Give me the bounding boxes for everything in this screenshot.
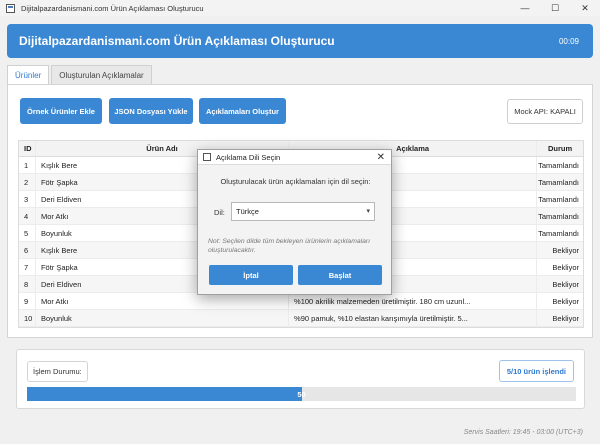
- dialog-titlebar: Açıklama Dili Seçin ✕: [198, 150, 391, 165]
- row-id: 1: [24, 160, 29, 170]
- row-status: Tamamlandı: [536, 157, 583, 173]
- tab-generated-descriptions[interactable]: Oluşturulan Açıklamalar: [51, 65, 152, 84]
- row-status: Tamamlandı: [536, 174, 583, 190]
- mock-api-toggle[interactable]: Mock API: KAPALI: [507, 99, 583, 124]
- row-status: Bekliyor: [536, 293, 583, 309]
- status-label: İşlem Durumu:: [27, 361, 88, 382]
- column-header-status[interactable]: Durum: [536, 141, 583, 156]
- dialog-prompt: Oluşturulacak ürün açıklamaları için dil…: [220, 177, 371, 186]
- dialog-title: Açıklama Dili Seçin: [216, 152, 281, 162]
- cancel-button[interactable]: İptal: [209, 265, 293, 285]
- row-id: 8: [24, 279, 29, 289]
- dialog-app-icon: [203, 153, 211, 161]
- service-hours: Servis Saatleri: 19:45 - 03:00 (UTC+3): [463, 429, 583, 436]
- page-title: Dijitalpazardanismani.com Ürün Açıklamas…: [19, 34, 335, 48]
- row-product-name: Boyunluk: [34, 310, 288, 326]
- language-select[interactable]: Türkçe ▾: [231, 202, 375, 221]
- progress-bar: 50: [27, 387, 576, 401]
- generate-descriptions-button[interactable]: Açıklamaları Oluştur: [199, 98, 286, 124]
- row-description: %90 pamuk, %10 elastan karışımıyla üreti…: [288, 310, 536, 326]
- row-status: Bekliyor: [536, 276, 583, 292]
- start-button[interactable]: Başlat: [298, 265, 382, 285]
- minimize-icon[interactable]: —: [510, 0, 540, 16]
- add-sample-products-button[interactable]: Örnek Ürünler Ekle: [20, 98, 102, 124]
- table-row[interactable]: 9 Mor Atkı %100 akrilik malzemeden üretilm…: [19, 293, 583, 310]
- row-id: 6: [24, 245, 29, 255]
- row-status: Bekliyor: [536, 259, 583, 275]
- processed-count-badge: 5/10 ürün işlendi: [498, 360, 574, 382]
- progress-text: 50: [297, 389, 306, 399]
- row-id: 3: [24, 194, 29, 204]
- app-header: Dijitalpazardanismani.com Ürün Açıklamas…: [7, 24, 593, 58]
- table-row[interactable]: 10 Boyunluk %90 pamuk, %10 elastan karışım…: [19, 310, 583, 327]
- clock: 00:09: [558, 36, 579, 46]
- row-status: Bekliyor: [536, 310, 583, 326]
- row-status: Bekliyor: [536, 242, 583, 258]
- language-label: Dil:: [214, 208, 225, 217]
- row-id: 10: [24, 313, 33, 323]
- dialog-note: Not: Seçilen dilde tüm bekleyen ürünleri…: [208, 238, 371, 254]
- chevron-down-icon: ▾: [366, 208, 370, 215]
- row-id: 5: [24, 228, 29, 238]
- close-icon[interactable]: ✕: [377, 152, 385, 163]
- load-json-button[interactable]: JSON Dosyası Yükle: [109, 98, 193, 124]
- language-select-value: Türkçe: [236, 207, 259, 216]
- tab-products[interactable]: Ürünler: [7, 65, 50, 85]
- row-id: 4: [24, 211, 29, 221]
- tab-bar: Ürünler Oluşturulan Açıklamalar: [7, 65, 154, 85]
- row-status: Tamamlandı: [536, 208, 583, 224]
- row-status: Tamamlandı: [536, 191, 583, 207]
- maximize-icon[interactable]: ☐: [540, 0, 570, 16]
- language-dialog: Açıklama Dili Seçin ✕ Oluşturulacak ürün…: [197, 149, 392, 295]
- row-id: 9: [24, 296, 29, 306]
- status-panel: İşlem Durumu: 5/10 ürün işlendi 50: [16, 349, 585, 409]
- window-titlebar: Dijitalpazardanismani.com Ürün Açıklamas…: [0, 0, 600, 16]
- row-product-name: Mor Atkı: [34, 293, 288, 309]
- row-id: 2: [24, 177, 29, 187]
- row-description: %100 akrilik malzemeden üretilmiştir. 18…: [288, 293, 536, 309]
- row-status: Tamamlandı: [536, 225, 583, 241]
- column-header-id[interactable]: ID: [19, 141, 35, 156]
- close-window-icon[interactable]: ✕: [570, 0, 600, 16]
- row-id: 7: [24, 262, 29, 272]
- app-icon: [6, 3, 15, 13]
- window-title: Dijitalpazardanismani.com Ürün Açıklamas…: [21, 3, 204, 13]
